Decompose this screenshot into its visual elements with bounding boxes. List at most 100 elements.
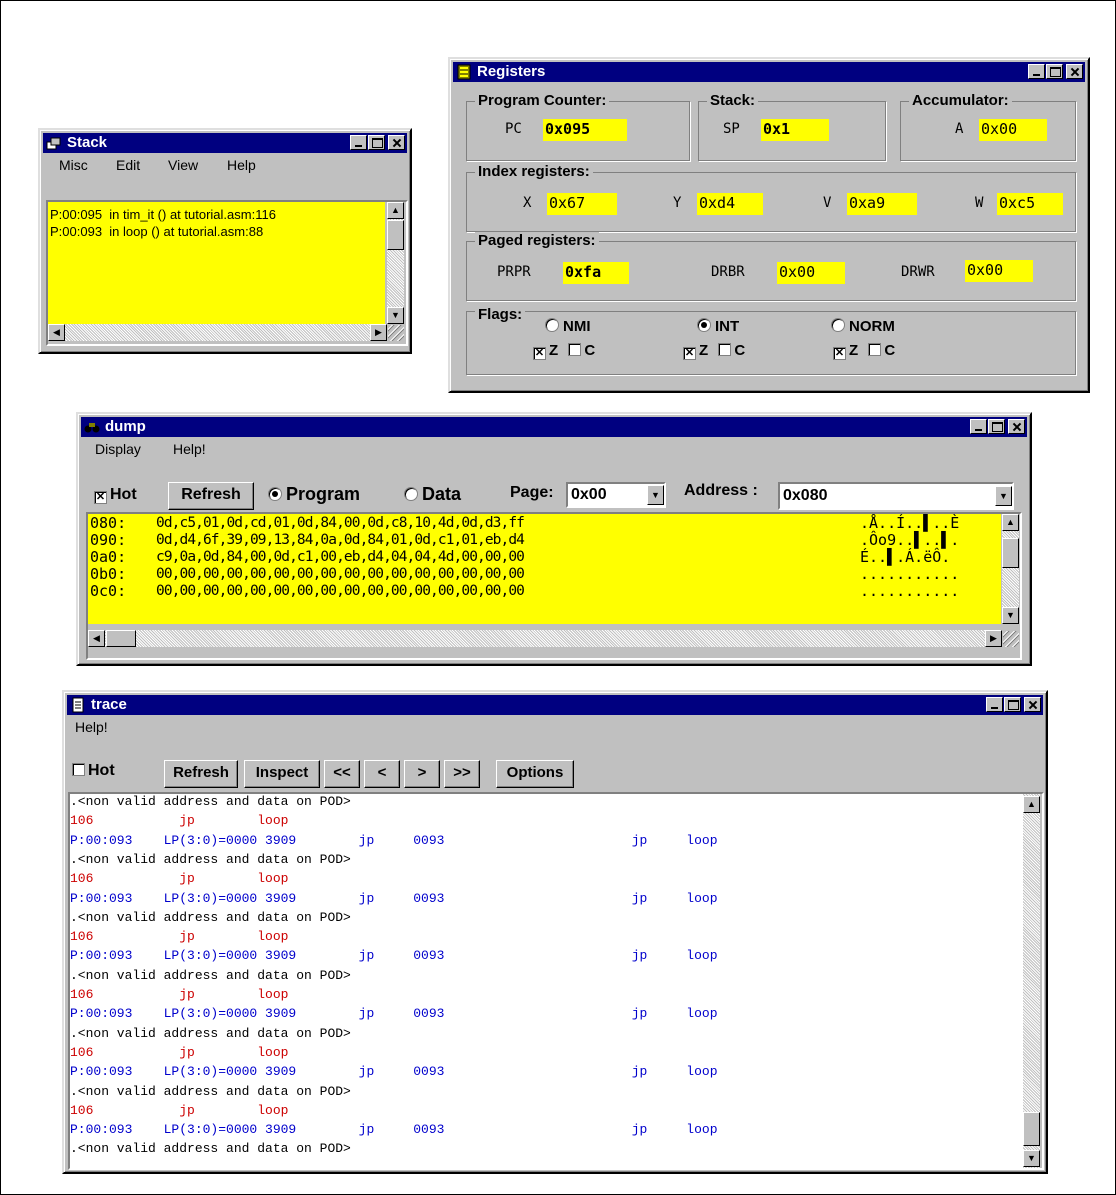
- minimize-button[interactable]: [970, 419, 987, 434]
- trace-line[interactable]: 106 jp loop: [70, 1045, 288, 1060]
- trace-line[interactable]: .<non valid address and data on POD>: [70, 1026, 351, 1041]
- trace-line[interactable]: P:00:093 LP(3:0)=0000 3909 jp 0093 jp lo…: [70, 1007, 718, 1021]
- radio-circle[interactable]: [404, 487, 418, 501]
- nmi-radio[interactable]: NMI: [545, 318, 591, 335]
- trace-line[interactable]: .<non valid address and data on POD>: [70, 910, 351, 925]
- stack-frame-line[interactable]: P:00:095 in tim_it () at tutorial.asm:11…: [50, 207, 276, 222]
- options-button[interactable]: Options: [496, 760, 574, 788]
- v-value[interactable]: 0xa9: [847, 193, 917, 215]
- trace-hot-checkbox[interactable]: Hot: [72, 762, 115, 780]
- trace-line[interactable]: .<non valid address and data on POD>: [70, 795, 351, 809]
- sp-value[interactable]: 0x1: [761, 119, 829, 141]
- dump-hscrollbar[interactable]: ◀ ▶: [88, 630, 1002, 647]
- trace-line[interactable]: P:00:093 LP(3:0)=0000 3909 jp 0093 jp lo…: [70, 1123, 718, 1137]
- scroll-down-button[interactable]: ▼: [387, 307, 404, 324]
- trace-titlebar[interactable]: trace: [67, 695, 1043, 715]
- menu-view[interactable]: View: [168, 157, 198, 173]
- radio-circle-selected[interactable]: [268, 487, 282, 501]
- c-checkbox[interactable]: [568, 343, 582, 356]
- trace-line[interactable]: .<non valid address and data on POD>: [70, 968, 351, 983]
- close-button[interactable]: [1008, 419, 1025, 434]
- hot-check[interactable]: [72, 763, 85, 776]
- stack-vscrollbar[interactable]: ▲ ▼: [387, 202, 404, 324]
- c-checkbox[interactable]: [718, 343, 732, 356]
- z-checkbox[interactable]: ✕: [833, 347, 846, 360]
- registers-titlebar[interactable]: Registers: [453, 62, 1085, 82]
- chevron-down-icon[interactable]: ▼: [995, 486, 1012, 506]
- page-select[interactable]: 0x00 ▼: [566, 482, 666, 508]
- maximize-button[interactable]: [1004, 697, 1021, 712]
- resize-grip[interactable]: [388, 325, 404, 341]
- drbr-value[interactable]: 0x00: [777, 262, 845, 284]
- norm-radio[interactable]: NORM: [831, 318, 895, 335]
- close-button[interactable]: [1024, 697, 1041, 712]
- trace-view[interactable]: .<non valid address and data on POD> 106 …: [70, 794, 1023, 1168]
- trace-refresh-button[interactable]: Refresh: [164, 760, 238, 788]
- dump-row[interactable]: 0a0: c9,0a,0d,84,00,0d,c1,00,eb,d4,04,04,…: [90, 549, 990, 566]
- scroll-right-button[interactable]: ▶: [985, 630, 1002, 647]
- scroll-up-button[interactable]: ▲: [1023, 796, 1040, 813]
- scroll-up-button[interactable]: ▲: [387, 202, 404, 219]
- trace-line[interactable]: P:00:093 LP(3:0)=0000 3909 jp 0093 jp lo…: [70, 891, 718, 906]
- dump-bytes[interactable]: 00,00,00,00,00,00,00,00,00,00,00,00,00,0…: [156, 566, 525, 583]
- next-button[interactable]: >: [404, 760, 440, 788]
- dump-view[interactable]: 080: 0d,c5,01,0d,cd,01,0d,84,00,0d,c8,10,…: [88, 514, 1001, 624]
- menu-display[interactable]: Display: [95, 441, 141, 457]
- a-value[interactable]: 0x00: [979, 119, 1047, 141]
- hot-check[interactable]: ✕: [94, 491, 107, 504]
- address-select[interactable]: 0x080 ▼: [778, 482, 1014, 510]
- prev-button[interactable]: <: [364, 760, 400, 788]
- first-button[interactable]: <<: [324, 760, 360, 788]
- menu-edit[interactable]: Edit: [116, 157, 140, 173]
- trace-line[interactable]: .<non valid address and data on POD>: [70, 1084, 351, 1099]
- dump-row[interactable]: 0b0: 00,00,00,00,00,00,00,00,00,00,00,00,…: [90, 566, 990, 583]
- int-radio[interactable]: INT: [697, 318, 739, 335]
- minimize-button[interactable]: [1028, 64, 1045, 79]
- stack-frame-line[interactable]: P:00:093 in loop () at tutorial.asm:88: [50, 224, 263, 239]
- prpr-value[interactable]: 0xfa: [563, 262, 629, 284]
- stack-hscrollbar[interactable]: ◀ ▶: [48, 324, 387, 341]
- dump-ascii[interactable]: .Ôo9..▌..▌.: [860, 532, 959, 549]
- dump-refresh-button[interactable]: Refresh: [168, 482, 254, 510]
- trace-line[interactable]: P:00:093 LP(3:0)=0000 3909 jp 0093 jp lo…: [70, 833, 718, 848]
- c-checkbox[interactable]: [868, 343, 882, 356]
- y-value[interactable]: 0xd4: [697, 193, 763, 215]
- program-radio[interactable]: Program: [268, 484, 360, 505]
- drwr-value[interactable]: 0x00: [965, 260, 1033, 282]
- dump-row[interactable]: 0c0: 00,00,00,00,00,00,00,00,00,00,00,00,…: [90, 583, 990, 600]
- scroll-down-button[interactable]: ▼: [1002, 607, 1019, 624]
- dump-bytes[interactable]: 0d,c5,01,0d,cd,01,0d,84,00,0d,c8,10,4d,0…: [156, 515, 525, 532]
- dump-vscrollbar[interactable]: ▲ ▼: [1002, 514, 1019, 624]
- maximize-button[interactable]: [368, 135, 385, 150]
- last-button[interactable]: >>: [444, 760, 480, 788]
- dump-bytes[interactable]: 0d,d4,6f,39,09,13,84,0a,0d,84,01,0d,c1,0…: [156, 532, 525, 549]
- trace-vscrollbar[interactable]: ▲ ▼: [1023, 794, 1040, 1168]
- maximize-button[interactable]: [988, 419, 1005, 434]
- trace-line[interactable]: 106 jp loop: [70, 872, 288, 886]
- dump-ascii[interactable]: ...........: [860, 583, 959, 600]
- dump-row[interactable]: 080: 0d,c5,01,0d,cd,01,0d,84,00,0d,c8,10,…: [90, 515, 990, 532]
- scroll-up-button[interactable]: ▲: [1002, 514, 1019, 531]
- menu-help[interactable]: Help!: [75, 719, 108, 735]
- pc-value[interactable]: 0x095: [543, 119, 627, 141]
- x-value[interactable]: 0x67: [547, 193, 617, 215]
- stack-titlebar[interactable]: Stack: [43, 133, 407, 153]
- z-checkbox[interactable]: ✕: [533, 347, 546, 360]
- trace-line[interactable]: P:00:093 LP(3:0)=0000 3909 jp 0093 jp lo…: [70, 1065, 718, 1079]
- data-radio[interactable]: Data: [404, 484, 461, 505]
- dump-ascii[interactable]: .Å..Í..▌..È: [860, 515, 959, 532]
- dump-bytes[interactable]: 00,00,00,00,00,00,00,00,00,00,00,00,00,0…: [156, 583, 525, 600]
- dump-row[interactable]: 090: 0d,d4,6f,39,09,13,84,0a,0d,84,01,0d,…: [90, 532, 990, 549]
- scroll-thumb[interactable]: [1002, 538, 1019, 568]
- minimize-button[interactable]: [350, 135, 367, 150]
- z-checkbox[interactable]: ✕: [683, 347, 696, 360]
- scroll-thumb[interactable]: [387, 220, 404, 250]
- minimize-button[interactable]: [986, 697, 1003, 712]
- radio-circle-selected[interactable]: [697, 318, 711, 332]
- scroll-left-button[interactable]: ◀: [48, 324, 65, 341]
- dump-hot-checkbox[interactable]: ✕ Hot: [94, 486, 137, 504]
- chevron-down-icon[interactable]: ▼: [647, 485, 664, 505]
- trace-line[interactable]: 106 jp loop: [70, 1103, 288, 1118]
- trace-line[interactable]: P:00:093 LP(3:0)=0000 3909 jp 0093 jp lo…: [70, 949, 718, 963]
- scroll-thumb[interactable]: [1023, 1112, 1040, 1146]
